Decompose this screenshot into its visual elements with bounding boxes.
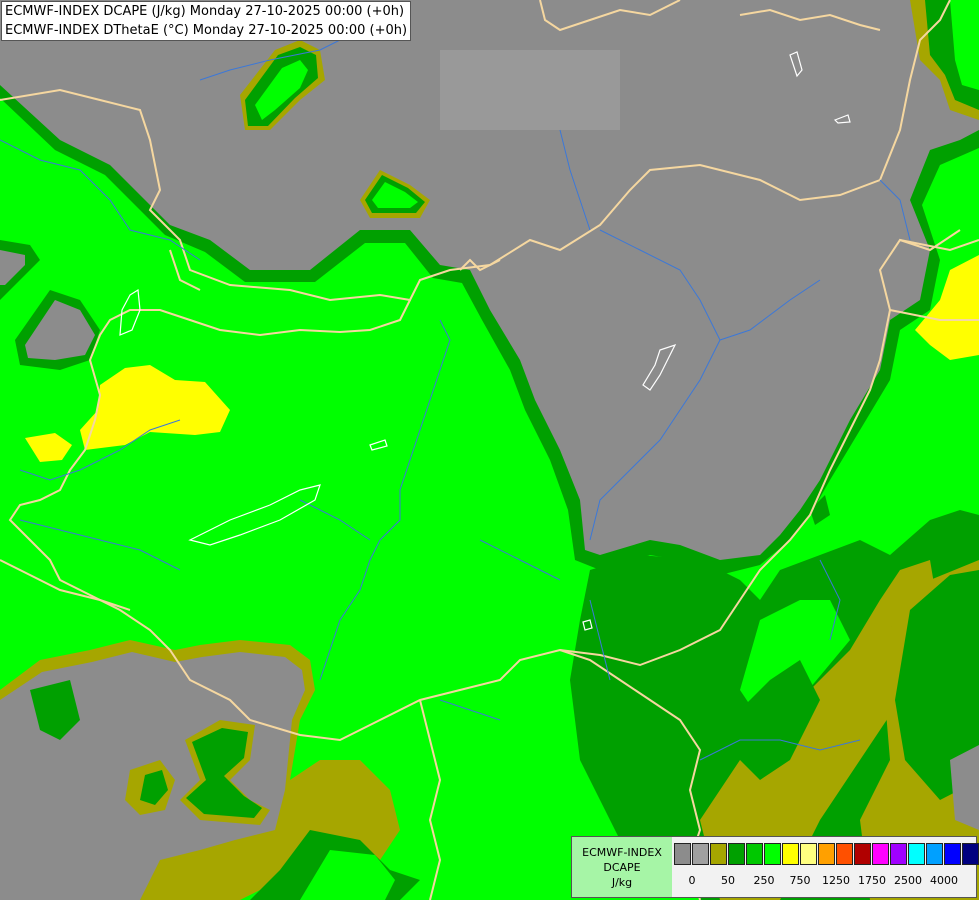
legend-swatch	[926, 843, 943, 865]
legend-ticks: 0 50 250 750 1250 1750 2500 4000	[674, 874, 974, 890]
legend-swatch	[890, 843, 907, 865]
legend-swatch	[728, 843, 745, 865]
legend-tick-label: 4000	[930, 874, 958, 887]
legend-swatch	[674, 843, 691, 865]
legend-tick-label: 2500	[894, 874, 922, 887]
weather-map: 5	[0, 0, 979, 900]
legend-swatch	[836, 843, 853, 865]
legend-tick-label: 50	[721, 874, 735, 887]
faint-shaded-area	[440, 50, 620, 130]
legend-title-line2: DCAPE	[603, 861, 641, 874]
map-title-box: ECMWF-INDEX DCAPE (J/kg) Monday 27-10-20…	[1, 1, 412, 41]
legend-swatch	[800, 843, 817, 865]
legend-tick-label: 250	[753, 874, 775, 887]
legend-tick-label: 0	[688, 874, 696, 887]
legend-units: J/kg	[611, 876, 633, 889]
legend-swatch	[782, 843, 799, 865]
legend-label: ECMWF-INDEX DCAPE J/kg	[572, 837, 672, 897]
legend-swatch	[746, 843, 763, 865]
legend-title-line1: ECMWF-INDEX	[582, 846, 662, 859]
legend-swatch	[872, 843, 889, 865]
legend-swatch	[944, 843, 961, 865]
legend-swatches	[674, 843, 979, 865]
title-dthetae: ECMWF-INDEX DThetaE (°C) Monday 27-10-20…	[5, 23, 408, 38]
legend-swatch	[764, 843, 781, 865]
legend-tick-label: 1250	[822, 874, 850, 887]
legend-swatch	[908, 843, 925, 865]
legend-swatch	[710, 843, 727, 865]
legend-box: ECMWF-INDEX DCAPE J/kg 0 50 250 750 1250 1750…	[571, 836, 979, 898]
legend-swatch	[818, 843, 835, 865]
legend-swatch	[692, 843, 709, 865]
legend-tick-label: 1750	[858, 874, 886, 887]
legend-swatch	[854, 843, 871, 865]
title-dcape: ECMWF-INDEX DCAPE (J/kg) Monday 27-10-20…	[5, 4, 405, 19]
legend-tick-label: 750	[789, 874, 811, 887]
map-viewer: 5 ECMWF-INDEX DCAPE (J/kg) Monday 27-10-…	[0, 0, 979, 900]
legend-swatch	[962, 843, 979, 865]
